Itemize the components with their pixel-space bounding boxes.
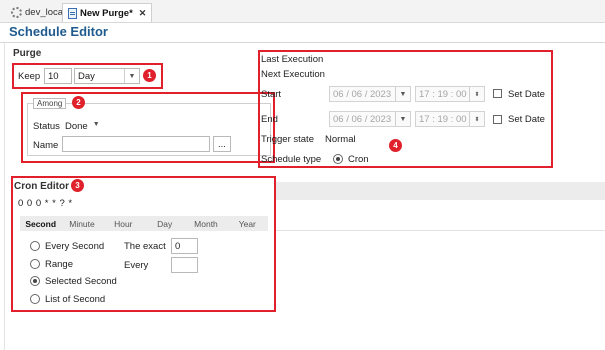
selected-second-label: Selected Second (45, 276, 117, 287)
selected-second-radio[interactable] (30, 276, 40, 286)
status-label: Status (33, 121, 60, 132)
tab-hour[interactable]: Hour (103, 219, 144, 229)
schedule-type-cron-radio[interactable] (333, 154, 343, 164)
name-label: Name (33, 140, 59, 151)
last-execution-label: Last Execution (261, 54, 324, 65)
end-label: End (261, 114, 278, 125)
tab-dev-local[interactable]: dev_local (6, 3, 70, 21)
tab-year[interactable]: Year (227, 219, 268, 229)
status-value: Done (65, 121, 88, 132)
divider (0, 42, 605, 43)
divider (4, 43, 5, 350)
spinner-icon: ⬍ (469, 112, 484, 126)
range-label: Range (45, 259, 73, 270)
chevron-down-icon: ▼ (124, 69, 139, 83)
tab-second[interactable]: Second (20, 219, 61, 229)
chevron-down-icon: ▼ (92, 121, 100, 128)
every-second-label: Every Second (45, 241, 105, 252)
start-date-picker[interactable]: 06 / 06 / 2023 ▼ (329, 86, 411, 102)
panel-band (276, 182, 605, 200)
keep-value-input[interactable]: 10 (44, 68, 72, 84)
end-set-date-checkbox[interactable] (493, 115, 502, 124)
document-icon (68, 7, 77, 19)
annotation-badge-3: 3 (71, 179, 84, 192)
gear-icon (11, 6, 22, 18)
start-time-spinner[interactable]: 17 : 19 : 00 ⬍ (415, 86, 485, 102)
list-of-second-radio[interactable] (30, 294, 40, 304)
tab-new-purge[interactable]: New Purge* ✕ (62, 3, 153, 22)
cron-editor-heading: Cron Editor (14, 181, 69, 192)
exact-label: The exact (124, 241, 166, 252)
keep-unit-value: Day (78, 70, 95, 82)
tab-label: New Purge* (80, 7, 133, 19)
keep-unit-select[interactable]: Day ▼ (74, 68, 140, 84)
trigger-state-value: Normal (325, 134, 356, 145)
close-tab-icon[interactable]: ✕ (139, 8, 147, 19)
schedule-type-label: Schedule type (261, 154, 322, 165)
list-of-second-label: List of Second (45, 294, 106, 305)
exact-value-input[interactable]: 0 (171, 238, 198, 254)
among-legend: Among (33, 98, 67, 109)
annotation-box-4 (258, 50, 553, 168)
editor-tab-bar: dev_local New Purge* ✕ (0, 0, 605, 23)
start-label: Start (261, 89, 282, 100)
chevron-down-icon: ▼ (395, 87, 410, 101)
start-set-date-checkbox[interactable] (493, 89, 502, 98)
start-set-date-label: Set Date (508, 89, 545, 100)
annotation-badge-1: 1 (143, 69, 156, 82)
tab-minute[interactable]: Minute (61, 219, 102, 229)
cron-tab-bar: Second Minute Hour Day Month Year (20, 216, 268, 231)
every-label: Every (124, 260, 149, 271)
annotation-badge-2: 2 (72, 96, 85, 109)
tab-day[interactable]: Day (144, 219, 185, 229)
every-second-radio[interactable] (30, 241, 40, 251)
divider (276, 230, 605, 231)
every-value-input[interactable] (171, 257, 198, 273)
end-set-date-label: Set Date (508, 114, 545, 125)
end-date-picker[interactable]: 06 / 06 / 2023 ▼ (329, 111, 411, 127)
name-input[interactable] (62, 136, 210, 152)
end-time-spinner[interactable]: 17 : 19 : 00 ⬍ (415, 111, 485, 127)
keep-label: Keep (18, 71, 41, 82)
end-date-value: 06 / 06 / 2023 (333, 113, 392, 125)
status-select[interactable]: Done ▼ (65, 121, 100, 132)
tab-label: dev_local (25, 6, 66, 18)
next-execution-label: Next Execution (261, 69, 325, 80)
schedule-type-cron-label: Cron (348, 154, 369, 165)
chevron-down-icon: ▼ (395, 112, 410, 126)
cron-expression: 0 0 0 * * ? * (18, 198, 73, 209)
trigger-state-label: Trigger state (261, 134, 314, 145)
end-time-value: 17 : 19 : 00 (419, 113, 467, 125)
start-time-value: 17 : 19 : 00 (419, 88, 467, 100)
browse-button[interactable]: ... (213, 136, 231, 152)
range-radio[interactable] (30, 259, 40, 269)
annotation-badge-4: 4 (389, 139, 402, 152)
start-date-value: 06 / 06 / 2023 (333, 88, 392, 100)
purge-heading: Purge (13, 48, 42, 59)
page-title: Schedule Editor (9, 24, 108, 39)
spinner-icon: ⬍ (469, 87, 484, 101)
tab-month[interactable]: Month (185, 219, 226, 229)
